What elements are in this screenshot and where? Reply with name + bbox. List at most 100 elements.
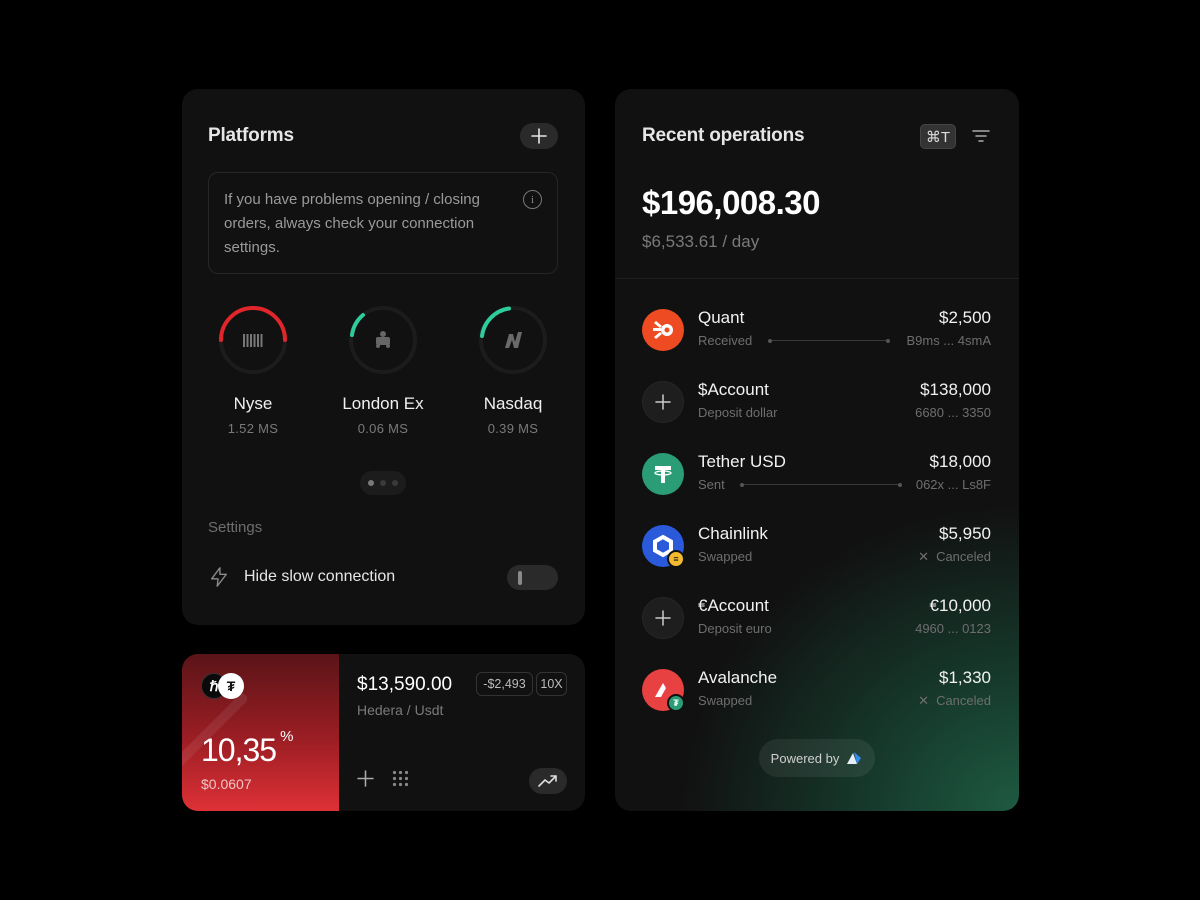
quant-icon <box>642 309 684 351</box>
lightning-icon <box>210 567 228 587</box>
percent-value: 10,35 <box>201 732 277 768</box>
settings-label: Settings <box>208 519 263 536</box>
divider <box>615 278 1019 279</box>
platforms-card: Platforms If you have problems opening /… <box>182 89 585 625</box>
chart-trend-button[interactable] <box>529 768 567 794</box>
exchange-gauges: Nyse 1.52 MS London Ex 0.06 MS Nasdaq 0.… <box>182 304 585 444</box>
position-percent: 10,35% <box>201 728 293 769</box>
operations-title: Recent operations <box>642 125 805 146</box>
recent-operations-card: Recent operations ⌘T $196,008.30 $6,533.… <box>615 89 1019 811</box>
exchange-name: Nasdaq <box>483 394 543 413</box>
operation-name: €Account <box>698 596 769 615</box>
pager-dot[interactable] <box>392 480 398 486</box>
leverage-tag: 10X <box>536 672 567 696</box>
trending-up-icon <box>538 775 557 787</box>
tether-icon: ₮ <box>218 673 244 699</box>
london-gauge-ring <box>349 306 417 374</box>
operation-row[interactable]: ₮ Avalanche Swapped $1,330 ✕ Canceled <box>642 668 991 713</box>
carousel-pager[interactable] <box>360 471 406 495</box>
exchange-latency: 0.06 MS <box>357 421 409 436</box>
pnl-tag: -$2,493 <box>476 672 533 696</box>
operation-row[interactable]: ≡ Chainlink Swapped $5,950 ✕ Canceled <box>642 524 991 569</box>
brand-logo-icon <box>847 752 862 764</box>
add-platform-button[interactable] <box>520 123 558 149</box>
operation-amount: €10,000 <box>929 596 991 615</box>
operations-total: $196,008.30 <box>642 184 821 221</box>
operation-row[interactable]: €Account Deposit euro €10,000 4960 ... 0… <box>642 596 991 641</box>
operation-type: Swapped <box>698 549 753 564</box>
shortcut-key-badge[interactable]: ⌘T <box>920 124 956 149</box>
coin-price: $0.0607 <box>201 776 252 792</box>
close-icon: ✕ <box>918 549 930 564</box>
plus-icon[interactable] <box>357 770 374 787</box>
operation-status: ✕ Canceled <box>918 693 991 709</box>
operation-name: Tether USD <box>698 452 786 471</box>
operation-type: Deposit euro <box>698 621 772 636</box>
close-icon: ✕ <box>918 693 930 708</box>
filter-icon[interactable] <box>971 128 991 144</box>
platforms-title: Platforms <box>208 125 294 146</box>
operation-status: ✕ Canceled <box>918 549 991 565</box>
operation-amount: $1,330 <box>939 668 991 687</box>
operation-name: $Account <box>698 380 769 399</box>
trading-pair: Hedera / Usdt <box>357 702 444 718</box>
operation-name: Chainlink <box>698 524 768 543</box>
setting-label: Hide slow connection <box>244 568 396 585</box>
tether-icon <box>642 453 684 495</box>
operation-row[interactable]: Quant Received $2,500 B9ms ... 4smA <box>642 308 991 353</box>
sent-arrow-line <box>740 482 902 487</box>
percent-sign: % <box>280 728 294 746</box>
gauge-london-ex[interactable]: London Ex 0.06 MS <box>318 304 448 436</box>
position-amount: $13,590.00 <box>357 674 453 695</box>
operation-reference: 6680 ... 3350 <box>915 405 991 420</box>
tether-icon: ₮ <box>667 694 685 712</box>
position-card: ℏ ₮ 10,35% $0.0607 $13,590.00 Hedera / U… <box>182 654 585 811</box>
status-text: Canceled <box>936 549 991 564</box>
operation-type: Deposit dollar <box>698 405 778 420</box>
plus-icon <box>642 597 684 639</box>
plus-icon <box>531 128 547 144</box>
binance-icon: ≡ <box>667 550 685 568</box>
exchange-name: London Ex <box>342 394 424 413</box>
nasdaq-logo-icon <box>505 332 522 348</box>
operation-reference: 062x ... Ls8F <box>915 477 991 492</box>
coin-pair: ℏ ₮ <box>201 673 247 699</box>
operations-per-day: $6,533.61 / day <box>642 232 760 251</box>
pager-dot[interactable] <box>368 480 374 486</box>
operation-amount: $138,000 <box>920 380 991 399</box>
gauge-nasdaq[interactable]: Nasdaq 0.39 MS <box>448 304 578 436</box>
operation-amount: $18,000 <box>929 452 991 471</box>
info-icon[interactable]: i <box>523 190 542 209</box>
hide-slow-connection-row: Hide slow connection <box>208 564 558 590</box>
operation-row[interactable]: Tether USD Sent $18,000 062x ... Ls8F <box>642 452 991 497</box>
london-exchange-crest-icon <box>376 331 390 348</box>
plus-icon <box>642 381 684 423</box>
hide-slow-connection-toggle[interactable] <box>507 565 558 590</box>
gauge-nyse[interactable]: Nyse 1.52 MS <box>188 304 318 436</box>
nyse-logo-icon <box>243 334 263 347</box>
operation-amount: $5,950 <box>939 524 991 543</box>
powered-by-label: Powered by <box>770 750 840 766</box>
pager-dot[interactable] <box>380 480 386 486</box>
operation-type: Sent <box>698 477 725 492</box>
operation-reference: 4960 ... 0123 <box>915 621 991 636</box>
operation-amount: $2,500 <box>939 308 991 327</box>
toggle-knob <box>518 571 522 585</box>
position-performance-panel: ℏ ₮ 10,35% $0.0607 <box>182 654 339 811</box>
connection-info-box: If you have problems opening / closing o… <box>208 172 558 274</box>
operation-name: Avalanche <box>698 668 778 687</box>
nasdaq-gauge-ring <box>479 306 547 374</box>
operation-name: Quant <box>698 308 745 327</box>
exchange-name: Nyse <box>233 394 273 413</box>
status-text: Canceled <box>936 693 991 708</box>
exchange-latency: 1.52 MS <box>227 421 279 436</box>
operation-row[interactable]: $Account Deposit dollar $138,000 6680 ..… <box>642 380 991 425</box>
grid-dots-icon[interactable] <box>392 770 409 787</box>
operation-type: Received <box>698 333 753 348</box>
nyse-gauge-ring <box>219 306 287 374</box>
info-text: If you have problems opening / closing o… <box>224 191 480 256</box>
position-actions <box>357 770 409 787</box>
operation-type: Swapped <box>698 693 753 708</box>
powered-by-badge[interactable]: Powered by <box>759 739 875 777</box>
received-arrow-line <box>768 338 890 343</box>
